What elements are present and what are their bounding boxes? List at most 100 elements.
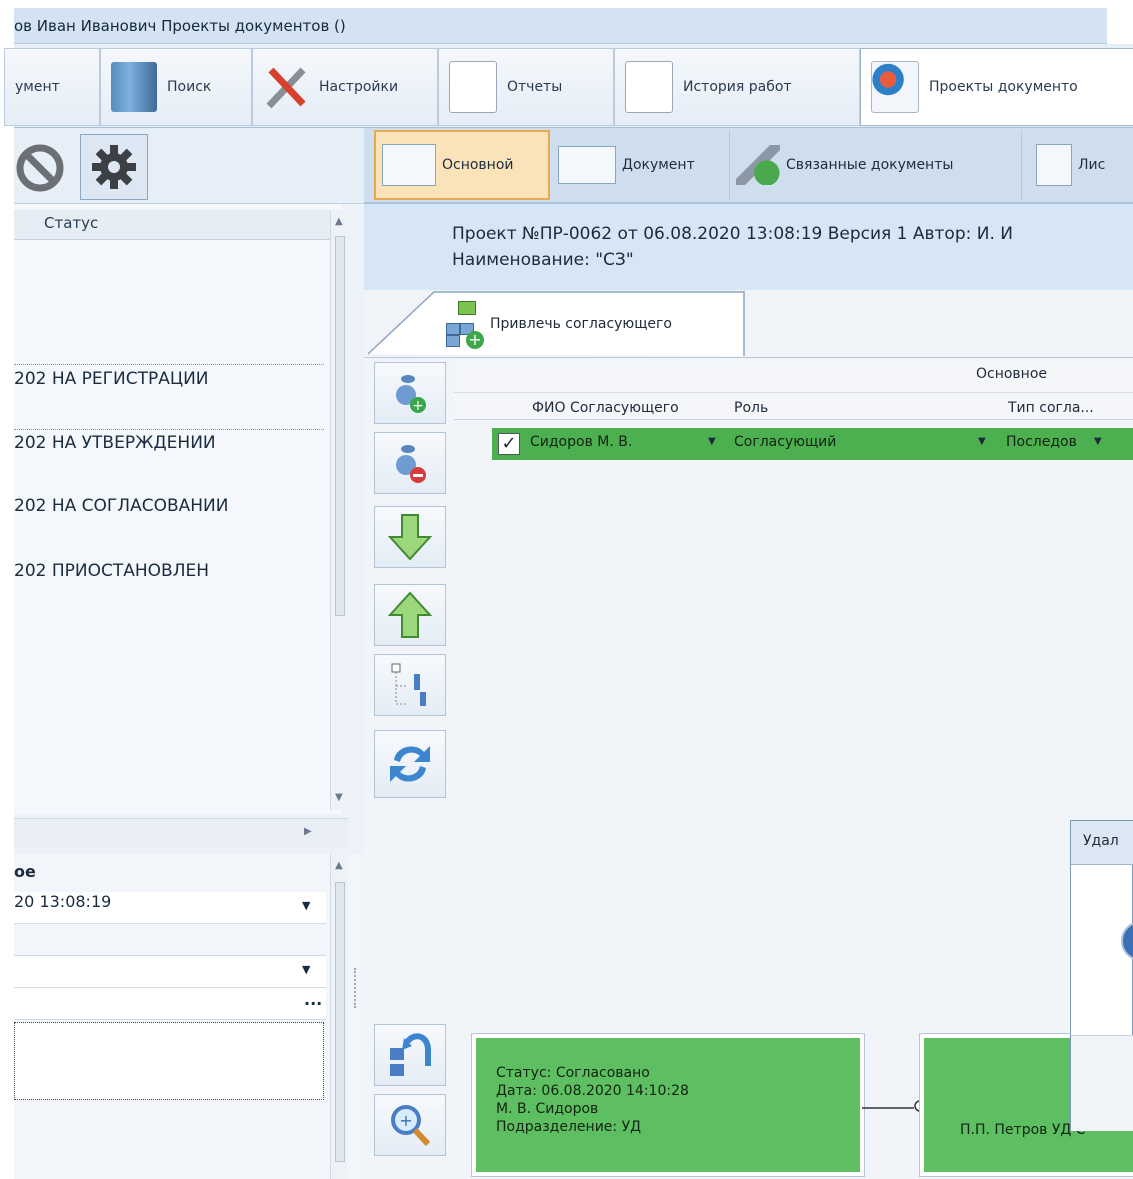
properties-header: ое — [14, 862, 326, 894]
scroll-up-icon[interactable]: ▲ — [335, 216, 343, 227]
ribbon-tab-settings[interactable]: Настройки — [252, 48, 438, 126]
comment-textarea[interactable] — [14, 1022, 324, 1100]
lookup-field[interactable]: ... — [14, 988, 326, 1020]
group-header-main: Основное — [976, 366, 1048, 382]
list-horizontal-scrollbar[interactable]: ▶ — [14, 818, 348, 848]
ribbon-tab-label: умент — [15, 79, 60, 95]
ribbon-tab-search[interactable]: Поиск — [100, 48, 252, 126]
dropdown-arrow-icon[interactable]: ▼ — [708, 436, 716, 447]
list-item-status: НА УТВЕРЖДЕНИИ — [51, 433, 216, 453]
diagram-connector — [862, 1100, 926, 1112]
add-user-icon: + — [396, 375, 426, 414]
history-icon — [625, 61, 673, 113]
add-approver-icon: + — [446, 299, 486, 349]
dropdown-arrow-icon[interactable]: ▼ — [302, 963, 310, 976]
ellipsis-button[interactable]: ... — [304, 990, 322, 1009]
tab-related-documents[interactable]: Связанные документы — [730, 130, 1022, 200]
column-header-fio[interactable]: ФИО Согласующего — [532, 400, 679, 416]
gear-icon[interactable] — [80, 134, 148, 200]
scroll-right-icon[interactable]: ▶ — [304, 826, 312, 837]
row-checkbox[interactable]: ✓ — [498, 433, 520, 455]
left-toolbar — [14, 128, 364, 204]
date-field-value: 20 13:08:19 — [14, 892, 112, 911]
tree-view-button[interactable] — [374, 654, 446, 716]
zoom-in-button[interactable]: + — [374, 1094, 446, 1156]
empty-field[interactable] — [14, 924, 326, 956]
tree-icon — [391, 663, 426, 706]
column-header-type[interactable]: Тип согла... — [1008, 400, 1094, 416]
refresh-icon — [390, 746, 430, 782]
project-number-line: Проект №ПР-0062 от 06.08.2020 13:08:19 В… — [452, 224, 1013, 244]
list-header: Статус — [14, 210, 336, 240]
svg-text:+: + — [399, 1111, 412, 1130]
move-up-button[interactable] — [374, 584, 446, 646]
remove-user-icon — [396, 445, 426, 483]
ribbon-tab-history[interactable]: История работ — [614, 48, 860, 126]
ribbon-tab-label: Проекты документо — [929, 79, 1078, 95]
tab-label: Лис — [1078, 157, 1106, 173]
date-field[interactable]: 20 13:08:19 ▼ — [14, 892, 326, 924]
dropdown-arrow-icon[interactable]: ▼ — [978, 436, 986, 447]
window-title-bar: ов Иван Иванович Проекты документов () — [14, 8, 1107, 44]
tab-main[interactable]: Основной — [374, 130, 550, 200]
list-item-date: 202 — [14, 369, 47, 389]
column-header-status: Статус — [44, 214, 99, 232]
checklist-icon — [1036, 144, 1072, 186]
card-date: Дата: 06.08.2020 14:10:28 — [496, 1083, 689, 1099]
move-down-button[interactable] — [374, 506, 446, 568]
dropdown-arrow-icon[interactable]: ▼ — [302, 899, 310, 912]
column-header-role[interactable]: Роль — [734, 400, 768, 416]
list-item[interactable]: 202 ПРИОСТАНОВЛЕН — [14, 561, 324, 591]
cell-role[interactable]: Согласующий — [734, 434, 836, 450]
approvers-toolbar: + — [374, 362, 448, 802]
cancel-icon[interactable] — [14, 138, 74, 198]
layout-rotate-icon — [390, 1033, 431, 1076]
arrow-up-icon — [388, 591, 432, 638]
project-name-line: Наименование: "СЗ" — [452, 250, 634, 270]
ribbon-tab-projects[interactable]: Проекты документо — [860, 48, 1133, 126]
add-approver-button[interactable]: + — [374, 362, 446, 424]
tab-label: Документ — [622, 157, 695, 173]
tab-label: Привлечь согласующего — [490, 316, 672, 332]
scroll-thumb[interactable] — [335, 236, 345, 616]
properties-scrollbar[interactable]: ▲ — [330, 854, 348, 1179]
ribbon-tab-label: Отчеты — [507, 79, 563, 95]
tab-add-approver[interactable]: + Привлечь согласующего — [446, 292, 746, 356]
projects-icon — [871, 61, 919, 113]
card-department: Подразделение: УД — [496, 1119, 642, 1135]
remove-approver-button[interactable] — [374, 432, 446, 494]
list-item[interactable]: 202 НА РЕГИСТРАЦИИ — [14, 369, 324, 399]
properties-header-text: ое — [14, 862, 36, 881]
select-field[interactable]: ▼ — [14, 956, 326, 988]
cell-fio[interactable]: Сидоров М. В. — [530, 434, 632, 450]
refresh-button[interactable] — [374, 730, 446, 798]
list-vertical-scrollbar[interactable]: ▲ ▼ — [330, 210, 348, 810]
search-icon — [111, 62, 157, 112]
list-item[interactable]: 202 НА УТВЕРЖДЕНИИ — [14, 433, 324, 463]
row-indicator — [454, 428, 492, 460]
table-row[interactable]: ✓ Сидоров М. В. ▼ Согласующий ▼ Последов… — [454, 428, 1133, 460]
list-item[interactable]: 202 НА СОГЛАСОВАНИИ — [14, 496, 324, 526]
tab-label: Связанные документы — [786, 157, 954, 173]
approval-card-approved[interactable]: Статус: Согласовано Дата: 06.08.2020 14:… — [472, 1034, 864, 1176]
scroll-thumb[interactable] — [335, 882, 345, 1162]
cell-type[interactable]: Последов — [1006, 434, 1077, 450]
grid-header: Основное ФИО Согласующего Роль Тип согла… — [454, 362, 1133, 420]
ribbon-tab-document[interactable]: умент — [4, 48, 100, 126]
form-icon — [382, 144, 436, 186]
dropdown-arrow-icon[interactable]: ▼ — [1094, 436, 1102, 447]
scroll-up-icon[interactable]: ▲ — [335, 860, 343, 871]
header-divider — [454, 392, 1133, 393]
card-status: Статус: Согласовано — [496, 1065, 650, 1081]
list-item-date: 202 — [14, 496, 47, 516]
subtab-bar: + Привлечь согласующего — [364, 290, 1133, 358]
tab-list[interactable]: Лис — [1030, 130, 1133, 200]
scroll-down-icon[interactable]: ▼ — [335, 792, 343, 803]
splitter-grip[interactable] — [354, 968, 360, 1008]
dialog-title-bar: Удал — [1071, 821, 1133, 865]
layout-button[interactable] — [374, 1024, 446, 1086]
tab-document[interactable]: Документ — [552, 130, 730, 200]
ribbon-tab-reports[interactable]: Отчеты — [438, 48, 614, 126]
link-icon — [736, 145, 780, 185]
list-item-status: НА РЕГИСТРАЦИИ — [51, 369, 209, 389]
